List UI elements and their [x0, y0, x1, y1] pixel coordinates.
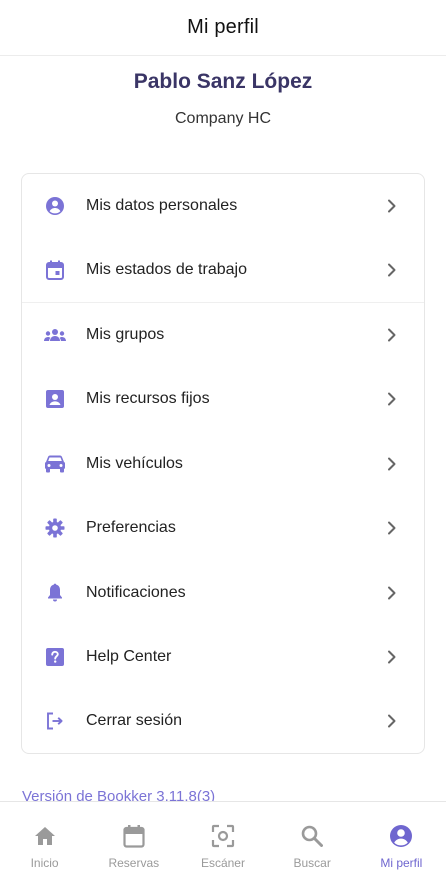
chevron-right-icon — [386, 199, 398, 213]
tab-label: Reservas — [108, 856, 160, 870]
groups-icon — [44, 324, 66, 346]
menu-item-preferences[interactable]: Preferencias — [22, 496, 424, 560]
bottom-tab-bar: Inicio Reservas Escáner Buscar Mi perfil — [0, 801, 446, 882]
tab-inicio[interactable]: Inicio — [0, 802, 89, 882]
profile-name: Pablo Sanz López — [133, 70, 313, 93]
account-circle-icon — [44, 195, 66, 217]
menu-item-label: Help Center — [86, 648, 172, 665]
page-title: Mi perfil — [187, 16, 259, 38]
chevron-right-icon — [386, 521, 398, 535]
gear-icon — [44, 517, 66, 539]
scanner-icon — [210, 823, 236, 849]
menu-item-personal-data[interactable]: Mis datos personales — [22, 174, 424, 238]
menu-item-notifications[interactable]: Notificaciones — [22, 561, 424, 625]
calendar-icon — [44, 259, 66, 281]
tab-reservas[interactable]: Reservas — [89, 802, 178, 882]
chevron-right-icon — [386, 392, 398, 406]
tab-label: Escáner — [200, 856, 245, 870]
menu-item-groups[interactable]: Mis grupos — [22, 303, 424, 367]
search-icon — [299, 823, 325, 849]
menu-item-work-states[interactable]: Mis estados de trabajo — [22, 238, 424, 302]
menu-item-label: Notificaciones — [86, 584, 186, 601]
menu-item-vehicles[interactable]: Mis vehículos — [22, 432, 424, 496]
calendar-icon — [121, 823, 147, 849]
menu-item-label: Mis estados de trabajo — [86, 261, 247, 278]
menu-item-label: Mis recursos fijos — [86, 390, 210, 407]
menu-item-help-center[interactable]: Help Center — [22, 625, 424, 689]
menu-item-label: Preferencias — [86, 519, 176, 536]
home-icon — [32, 823, 58, 849]
chevron-right-icon — [386, 650, 398, 664]
menu-item-fixed-resources[interactable]: Mis recursos fijos — [22, 367, 424, 431]
menu-item-label: Mis grupos — [86, 326, 165, 343]
menu-item-logout[interactable]: Cerrar sesión — [22, 689, 424, 753]
bell-icon — [44, 582, 66, 604]
car-icon — [44, 453, 66, 475]
tab-buscar[interactable]: Buscar — [268, 802, 357, 882]
tab-label: Buscar — [293, 856, 331, 870]
help-icon — [44, 646, 66, 668]
tab-label: Inicio — [30, 856, 59, 870]
menu-item-label: Mis datos personales — [86, 197, 238, 214]
chevron-right-icon — [386, 457, 398, 471]
profile-company: Company HC — [174, 110, 272, 127]
menu-item-label: Mis vehículos — [86, 455, 183, 472]
profile-menu: Mis datos personales Mis estados de trab… — [21, 173, 425, 754]
profile-summary: Pablo Sanz López Company HC — [0, 56, 446, 128]
logout-icon — [44, 710, 66, 732]
tab-label: Mi perfil — [380, 856, 423, 870]
menu-item-label: Cerrar sesión — [86, 712, 183, 729]
tab-mi-perfil[interactable]: Mi perfil — [357, 802, 446, 882]
chevron-right-icon — [386, 714, 398, 728]
tab-escaner[interactable]: Escáner — [178, 802, 267, 882]
account-circle-icon — [388, 823, 414, 849]
chevron-right-icon — [386, 328, 398, 342]
chevron-right-icon — [386, 586, 398, 600]
badge-icon — [44, 388, 66, 410]
chevron-right-icon — [386, 263, 398, 277]
app-header: Mi perfil — [0, 0, 446, 56]
